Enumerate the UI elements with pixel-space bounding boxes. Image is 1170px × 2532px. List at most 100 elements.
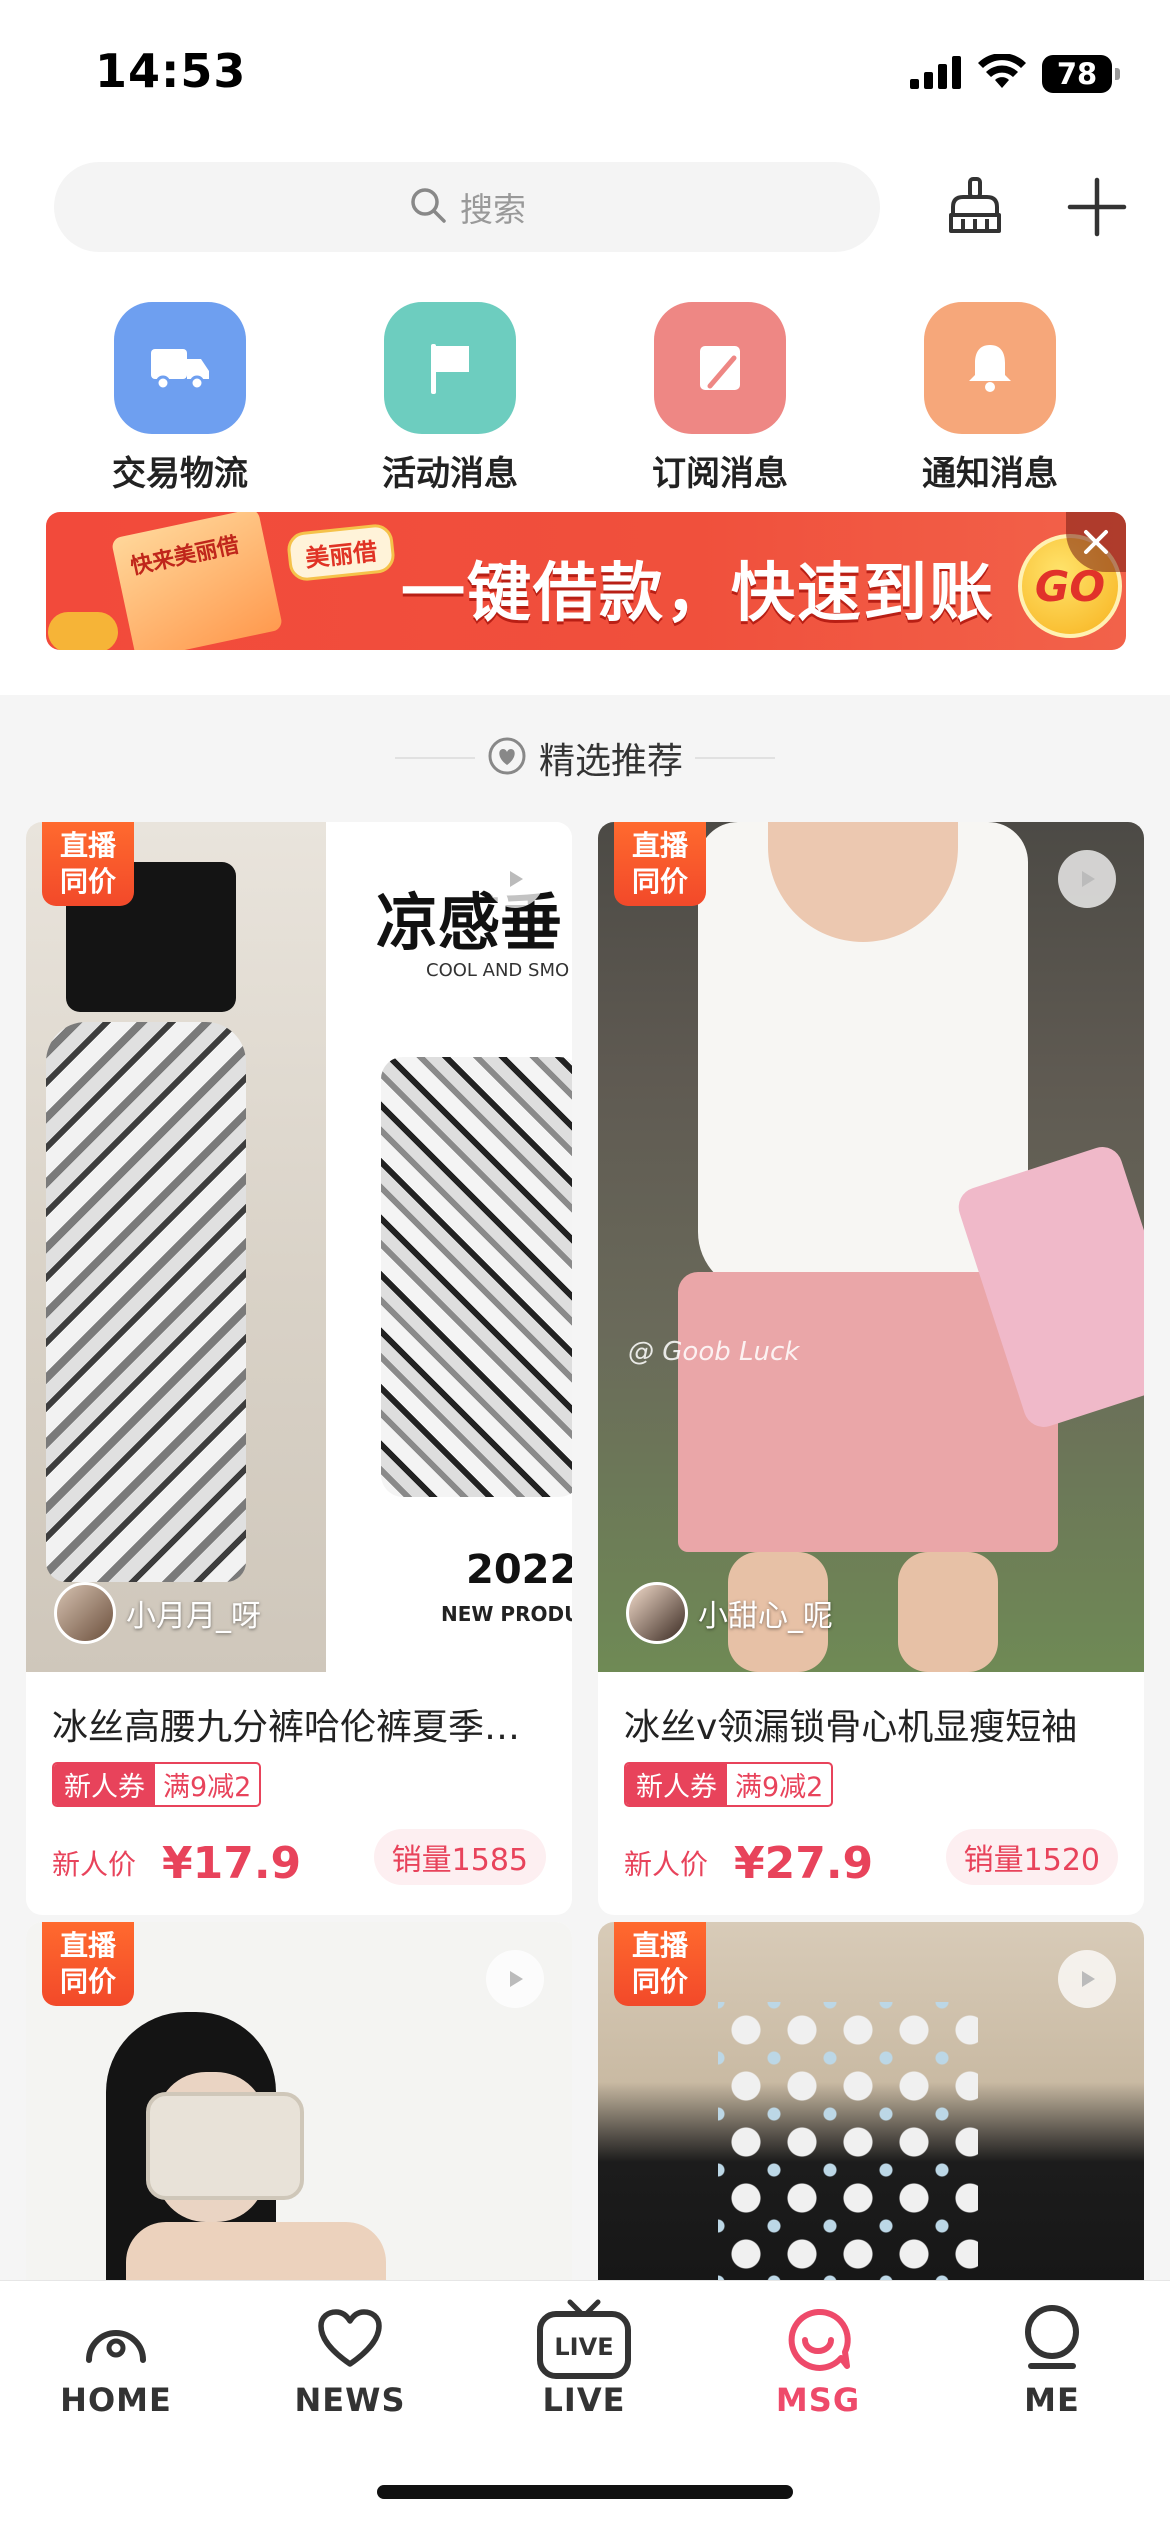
coupon-row: 新人券 满9减2 [52,1762,546,1807]
coupon-condition: 满9减2 [735,1772,824,1803]
live-same-price-badge: 直播 同价 [42,1922,134,2006]
photo-crystal-chain [718,2002,978,2322]
photo-phone [146,2092,304,2200]
shortcut-icon-bg [384,302,516,434]
banner-card-text: 快来美丽借 [128,532,242,581]
search-placeholder: 搜索 [460,190,526,229]
clean-broom-button[interactable] [934,166,1016,248]
product-title: 冰丝v领漏锁骨心机显瘦短袖 [624,1707,1078,1748]
status-time: 14:53 [95,44,247,98]
author-avatar [626,1582,688,1644]
coupon-tag: 新人券 满9减2 [52,1762,262,1807]
product-card[interactable]: @ Goob Luck 直播 同价 小甜心_呢 冰丝v领漏锁骨心机显瘦短袖 新人… [598,822,1144,1915]
shortcut-label: 活动消息 [382,454,518,494]
wifi-icon [978,53,1026,94]
divider [695,757,775,759]
product-image[interactable]: 凉感垂 COOL AND SMO 2022/ NEW PRODU 直播 同价 小… [26,822,572,1672]
play-icon[interactable] [486,850,544,908]
product-card[interactable]: 直播 同价 [598,1922,1144,2322]
price-label: 新人价 [624,1848,709,1881]
live-same-price-badge: 直播 同价 [42,822,134,906]
banner-brand-tag: 美丽借 [285,522,397,583]
price-row: 新人价 ¥27.9 销量1520 [624,1829,1118,1889]
shortcut-trade-logistics[interactable]: 交易物流 [80,302,280,495]
plus-icon [1067,177,1127,237]
tab-news[interactable]: NEWS [260,2299,440,2419]
shortcut-icon-bg [654,302,786,434]
product-title: 冰丝高腰九分裤哈伦裤夏季薄款 [52,1707,546,1748]
section-heading-text: 精选推荐 [538,741,683,782]
battery-cap [1115,68,1120,80]
search-icon [408,185,448,229]
coupon-type: 新人券 [626,1764,727,1805]
shortcut-subscription-messages[interactable]: 订阅消息 [620,302,820,495]
coupon-tag: 新人券 满9减2 [624,1762,834,1807]
shortcut-label: 通知消息 [922,454,1058,494]
tab-msg[interactable]: MSG [728,2299,908,2419]
sales-badge: 销量1520 [945,1829,1118,1885]
tab-label: NEWS [294,2381,406,2419]
add-button[interactable] [1056,166,1138,248]
heart-badge-icon [487,736,527,780]
play-icon[interactable] [1058,850,1116,908]
flag-icon [431,344,469,394]
tab-live[interactable]: LIVE LIVE [494,2299,674,2419]
section-heading: 精选推荐 [0,728,1170,788]
price-row: 新人价 ¥17.9 销量1585 [52,1829,546,1889]
live-icon-text: LIVE [554,2333,613,2361]
battery-level: 78 [1056,57,1098,91]
play-icon[interactable] [486,1950,544,2008]
tab-me[interactable]: ME [962,2299,1142,2419]
product-image[interactable]: 直播 同价 [26,1922,572,2322]
bell-icon [969,345,1011,392]
screen: 14:53 78 搜索 交易物流 活动消息 订阅消息 通知消息 快来美丽借 美丽… [0,0,1170,2532]
shortcut-activity-messages[interactable]: 活动消息 [350,302,550,495]
divider [394,757,475,759]
profile-icon [1002,2299,1102,2379]
shortcut-label: 订阅消息 [652,454,788,494]
price-label: 新人价 [52,1848,137,1881]
coupon-condition: 满9减2 [163,1772,252,1803]
fabric-closeup [381,1057,572,1497]
play-icon[interactable] [1058,1950,1116,2008]
heart-icon [300,2299,400,2379]
tab-home[interactable]: HOME [26,2299,206,2419]
price-value: ¥27.9 [734,1838,874,1889]
home-indicator[interactable] [377,2485,793,2499]
search-bar[interactable]: 搜索 [54,162,880,252]
product-card[interactable]: 凉感垂 COOL AND SMO 2022/ NEW PRODU 直播 同价 小… [26,822,572,1915]
live-same-price-badge: 直播 同价 [614,1922,706,2006]
phone-card-illustration: 快来美丽借 [110,512,284,650]
broom-icon [949,177,1001,233]
sales-badge: 销量1585 [373,1829,546,1885]
author-info[interactable]: 小甜心_呢 [626,1582,833,1644]
photo-pants [46,1022,246,1582]
author-avatar [54,1582,116,1644]
author-name: 小甜心_呢 [698,1599,833,1634]
product-card[interactable]: 直播 同价 [26,1922,572,2322]
photo-watermark: @ Goob Luck [628,1337,800,1367]
truck-icon [151,349,209,391]
cellular-signal-icon [910,55,962,93]
product-image[interactable]: 直播 同价 [598,1922,1144,2322]
live-same-price-badge: 直播 同价 [614,822,706,906]
tab-label: LIVE [542,2381,626,2419]
shortcut-notification-messages[interactable]: 通知消息 [890,302,1090,495]
shortcut-icon-bg [114,302,246,434]
product-image[interactable]: @ Goob Luck 直播 同价 小甜心_呢 [598,822,1144,1672]
price-value: ¥17.9 [162,1838,302,1889]
home-icon [66,2299,166,2379]
overlay-subtitle: COOL AND SMO [426,960,570,981]
status-indicators: 78 [910,52,1120,96]
banner-title: 一键借款，快速到账 [401,557,995,631]
coins-decoration [48,612,118,650]
overlay-year: 2022/ [466,1547,572,1593]
overlay-year-subtitle: NEW PRODU [441,1602,572,1626]
author-info[interactable]: 小月月_呀 [54,1582,261,1644]
promo-banner[interactable]: 快来美丽借 美丽借 一键借款，快速到账 GO [46,512,1126,650]
author-name: 小月月_呀 [126,1599,261,1634]
photo-leg-right [898,1552,998,1672]
tab-label: ME [1024,2381,1080,2419]
coupon-row: 新人券 满9减2 [624,1762,1118,1807]
coupon-type: 新人券 [54,1764,155,1805]
